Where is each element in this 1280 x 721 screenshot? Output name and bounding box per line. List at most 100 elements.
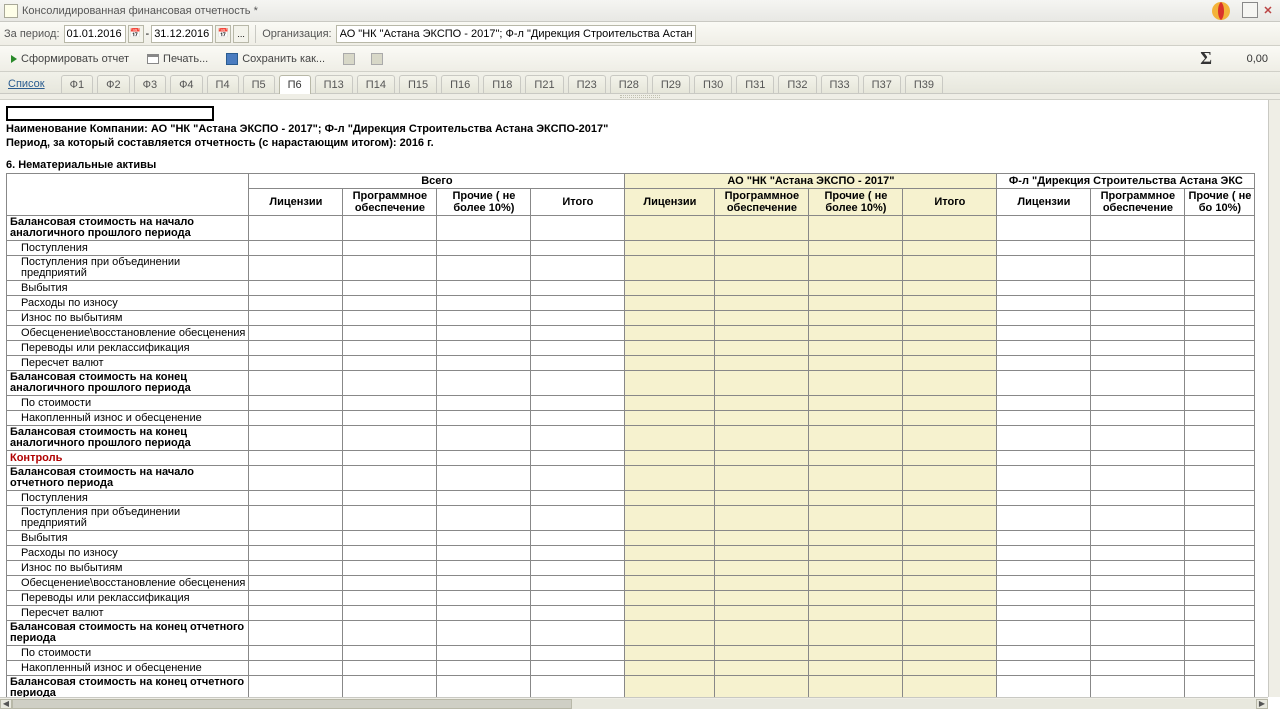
cell[interactable] <box>531 491 625 506</box>
cell[interactable] <box>531 396 625 411</box>
cell[interactable] <box>1185 341 1255 356</box>
cell[interactable] <box>249 426 343 451</box>
cell[interactable] <box>249 216 343 241</box>
cell[interactable] <box>715 531 809 546</box>
cell[interactable] <box>809 356 903 371</box>
table-row[interactable]: Выбытия <box>7 281 1255 296</box>
print-button[interactable]: Печать... <box>140 49 215 69</box>
cell[interactable] <box>1091 646 1185 661</box>
cell[interactable] <box>997 646 1091 661</box>
cell[interactable] <box>249 591 343 606</box>
cell[interactable] <box>1091 326 1185 341</box>
table-row[interactable]: Выбытия <box>7 531 1255 546</box>
cell[interactable] <box>437 296 531 311</box>
cell[interactable] <box>903 676 997 698</box>
cell[interactable] <box>531 451 625 466</box>
cell[interactable] <box>1091 426 1185 451</box>
cell[interactable] <box>249 326 343 341</box>
cell[interactable] <box>715 296 809 311</box>
table-row[interactable]: Поступления <box>7 491 1255 506</box>
cell[interactable] <box>1091 451 1185 466</box>
cell[interactable] <box>997 576 1091 591</box>
cell[interactable] <box>625 621 715 646</box>
cell[interactable] <box>437 646 531 661</box>
cell[interactable] <box>625 396 715 411</box>
cell[interactable] <box>997 591 1091 606</box>
table-row[interactable]: Пересчет валют <box>7 356 1255 371</box>
cell[interactable] <box>1091 661 1185 676</box>
calendar-from-icon[interactable]: 📅 <box>128 25 144 43</box>
cell[interactable] <box>531 466 625 491</box>
cell[interactable] <box>625 531 715 546</box>
cell[interactable] <box>437 371 531 396</box>
cell[interactable] <box>625 576 715 591</box>
cell[interactable] <box>809 621 903 646</box>
cell[interactable] <box>249 281 343 296</box>
cell[interactable] <box>437 676 531 698</box>
cell[interactable] <box>997 661 1091 676</box>
cell[interactable] <box>249 371 343 396</box>
cell[interactable] <box>249 621 343 646</box>
cell[interactable] <box>1091 256 1185 281</box>
cell[interactable] <box>809 506 903 531</box>
cell[interactable] <box>903 531 997 546</box>
cell[interactable] <box>1185 396 1255 411</box>
cell[interactable] <box>625 561 715 576</box>
cell[interactable] <box>625 491 715 506</box>
cell[interactable] <box>437 356 531 371</box>
cell[interactable] <box>809 491 903 506</box>
extra-button-2[interactable] <box>364 49 390 69</box>
cell[interactable] <box>531 546 625 561</box>
cell[interactable] <box>809 281 903 296</box>
cell[interactable] <box>625 466 715 491</box>
cell[interactable] <box>437 606 531 621</box>
cell[interactable] <box>249 531 343 546</box>
cell[interactable] <box>343 606 437 621</box>
cell[interactable] <box>625 661 715 676</box>
cell[interactable] <box>531 531 625 546</box>
cell[interactable] <box>997 621 1091 646</box>
tab-П13[interactable]: П13 <box>315 75 353 93</box>
cell[interactable] <box>809 466 903 491</box>
table-row[interactable]: Балансовая стоимость на конец аналогично… <box>7 371 1255 396</box>
table-row[interactable]: Балансовая стоимость на начало отчетного… <box>7 466 1255 491</box>
tab-П16[interactable]: П16 <box>441 75 479 93</box>
cell[interactable] <box>903 311 997 326</box>
maximize-icon[interactable] <box>1242 2 1258 18</box>
cell[interactable] <box>531 606 625 621</box>
horizontal-scrollbar[interactable]: ◀ ▶ <box>0 697 1268 709</box>
scroll-thumb[interactable] <box>12 699 572 709</box>
cell[interactable] <box>1091 411 1185 426</box>
table-row[interactable]: Балансовая стоимость на конец отчетного … <box>7 621 1255 646</box>
cell[interactable] <box>903 661 997 676</box>
cell[interactable] <box>1091 241 1185 256</box>
cell[interactable] <box>997 506 1091 531</box>
cell[interactable] <box>715 546 809 561</box>
cell[interactable] <box>625 411 715 426</box>
cell[interactable] <box>1185 621 1255 646</box>
tab-П6[interactable]: П6 <box>279 75 311 94</box>
cell[interactable] <box>903 466 997 491</box>
cell[interactable] <box>249 466 343 491</box>
table-row[interactable]: Поступления <box>7 241 1255 256</box>
cell[interactable] <box>437 411 531 426</box>
cell[interactable] <box>1091 281 1185 296</box>
cell[interactable] <box>1091 576 1185 591</box>
cell[interactable] <box>1185 646 1255 661</box>
cell[interactable] <box>715 606 809 621</box>
cell[interactable] <box>809 256 903 281</box>
cell[interactable] <box>1091 356 1185 371</box>
table-row[interactable]: Накопленный износ и обесценение <box>7 411 1255 426</box>
cell[interactable] <box>715 256 809 281</box>
cell[interactable] <box>809 606 903 621</box>
cell[interactable] <box>1091 296 1185 311</box>
cell[interactable] <box>903 426 997 451</box>
cell[interactable] <box>249 296 343 311</box>
cell[interactable] <box>343 591 437 606</box>
cell[interactable] <box>809 341 903 356</box>
cell[interactable] <box>249 661 343 676</box>
cell[interactable] <box>249 646 343 661</box>
cell[interactable] <box>1091 561 1185 576</box>
cell[interactable] <box>625 256 715 281</box>
tab-П30[interactable]: П30 <box>694 75 732 93</box>
